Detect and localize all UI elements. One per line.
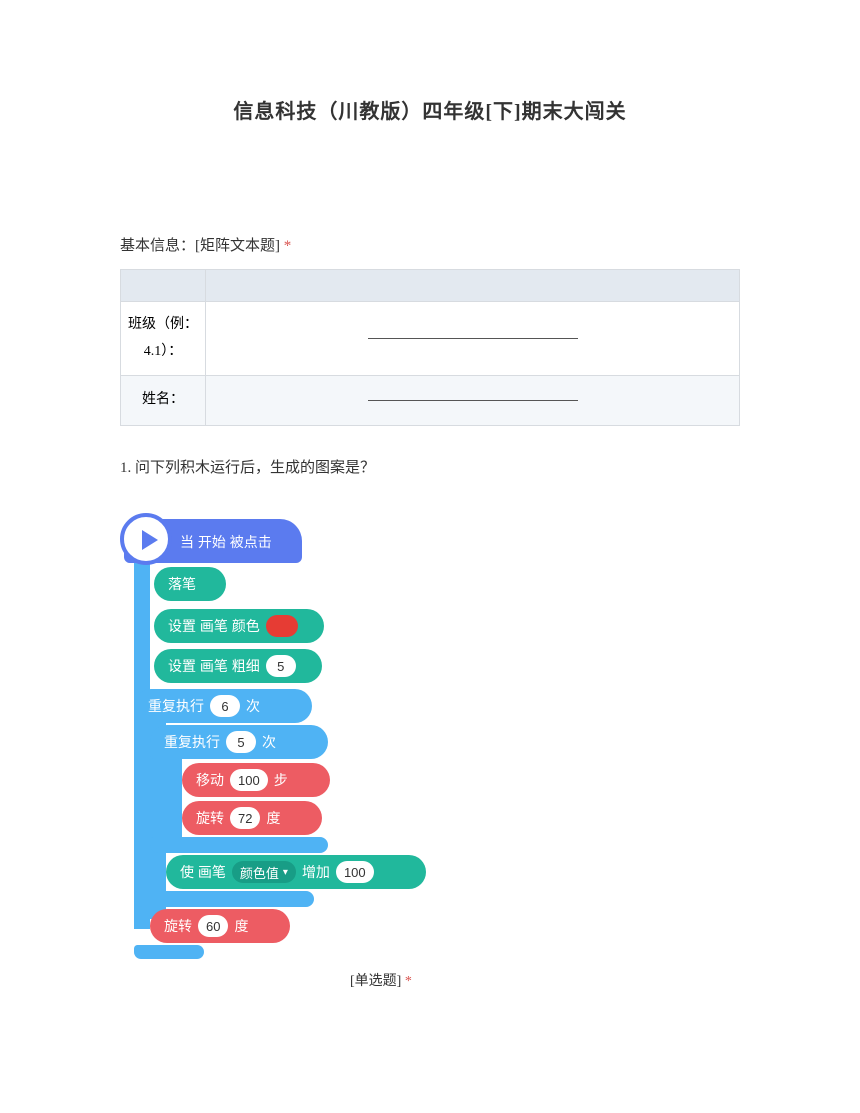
rotate2-block: 旋转 60 度 bbox=[150, 909, 290, 943]
set-color-label: 设置 画笔 颜色 bbox=[168, 616, 260, 636]
rotate2-value: 60 bbox=[198, 915, 228, 937]
basic-info-text: 基本信息：[矩阵文本题] bbox=[120, 238, 280, 254]
rotate2-suffix: 度 bbox=[234, 916, 248, 936]
class-input-cell[interactable] bbox=[206, 302, 740, 376]
q1-type-label: [单选题] * bbox=[350, 970, 412, 990]
name-input-underline bbox=[368, 400, 578, 401]
repeat-outer-block: 重复执行 6 次 bbox=[134, 689, 312, 723]
set-size-label: 设置 画笔 粗细 bbox=[168, 656, 260, 676]
block-connector bbox=[134, 559, 150, 929]
required-mark: * bbox=[405, 974, 412, 989]
set-pen-color-block: 设置 画笔 颜色 bbox=[154, 609, 324, 643]
color-swatch-red bbox=[266, 615, 298, 637]
pen-down-block: 落笔 bbox=[154, 567, 226, 601]
code-blocks-diagram: 当 开始 被点击 落笔 设置 画笔 颜色 设置 画笔 粗细 5 重复执行 6 次… bbox=[120, 519, 460, 959]
repeat-inner-value: 5 bbox=[226, 731, 256, 753]
rotate2-label: 旋转 bbox=[164, 916, 192, 936]
chevron-down-icon: ▾ bbox=[283, 867, 288, 878]
change-pen-color-block: 使 画笔 颜色值 ▾ 增加 100 bbox=[166, 855, 426, 889]
change-color-value: 100 bbox=[336, 861, 374, 883]
page-title: 信息科技（川教版）四年级[下]期末大闯关 bbox=[120, 95, 740, 124]
play-icon bbox=[142, 530, 158, 550]
repeat-inner-label: 重复执行 bbox=[164, 732, 220, 752]
move-block: 移动 100 步 bbox=[182, 763, 330, 797]
repeat-inner-end bbox=[150, 837, 328, 853]
basic-info-matrix: 班级（例：4.1）： 姓名： bbox=[120, 269, 740, 426]
move-label: 移动 bbox=[196, 770, 224, 790]
change-color-prefix: 使 画笔 bbox=[180, 862, 226, 882]
rotate1-block: 旋转 72 度 bbox=[182, 801, 322, 835]
repeat-inner-suffix: 次 bbox=[262, 732, 276, 752]
q1-text: 问下列积木运行后，生成的图案是？ bbox=[135, 460, 375, 476]
hat-label: 当 开始 被点击 bbox=[180, 532, 272, 552]
repeat-outer-label: 重复执行 bbox=[148, 696, 204, 716]
matrix-header-label bbox=[121, 270, 206, 302]
repeat-outer-suffix: 次 bbox=[246, 696, 260, 716]
basic-info-label: 基本信息：[矩阵文本题] * bbox=[120, 234, 740, 255]
change-color-mid: 增加 bbox=[302, 862, 330, 882]
q1-type-text: [单选题] bbox=[350, 974, 401, 989]
block-connector bbox=[166, 757, 182, 845]
set-pen-size-block: 设置 画笔 粗细 5 bbox=[154, 649, 322, 683]
color-dropdown: 颜色值 ▾ bbox=[232, 861, 296, 883]
required-mark: * bbox=[284, 238, 292, 254]
stack-end bbox=[134, 945, 204, 959]
table-row: 姓名： bbox=[121, 376, 740, 426]
move-value: 100 bbox=[230, 769, 268, 791]
play-button bbox=[120, 513, 172, 565]
rotate1-value: 72 bbox=[230, 807, 260, 829]
pen-size-value: 5 bbox=[266, 655, 296, 677]
color-dropdown-label: 颜色值 bbox=[240, 863, 279, 882]
class-input-underline bbox=[368, 338, 578, 339]
table-row: 班级（例：4.1）： bbox=[121, 302, 740, 376]
rotate1-label: 旋转 bbox=[196, 808, 224, 828]
q1-number: 1. bbox=[120, 460, 131, 476]
repeat-outer-end bbox=[134, 891, 314, 907]
matrix-header-input bbox=[206, 270, 740, 302]
question-1: 1. 问下列积木运行后，生成的图案是？ bbox=[120, 456, 740, 477]
move-suffix: 步 bbox=[274, 770, 288, 790]
hat-block: 当 开始 被点击 bbox=[124, 519, 302, 563]
repeat-inner-block: 重复执行 5 次 bbox=[150, 725, 328, 759]
repeat-outer-value: 6 bbox=[210, 695, 240, 717]
pen-down-label: 落笔 bbox=[168, 574, 196, 594]
row-label-name: 姓名： bbox=[121, 376, 206, 426]
name-input-cell[interactable] bbox=[206, 376, 740, 426]
rotate1-suffix: 度 bbox=[266, 808, 280, 828]
row-label-class: 班级（例：4.1）： bbox=[121, 302, 206, 376]
